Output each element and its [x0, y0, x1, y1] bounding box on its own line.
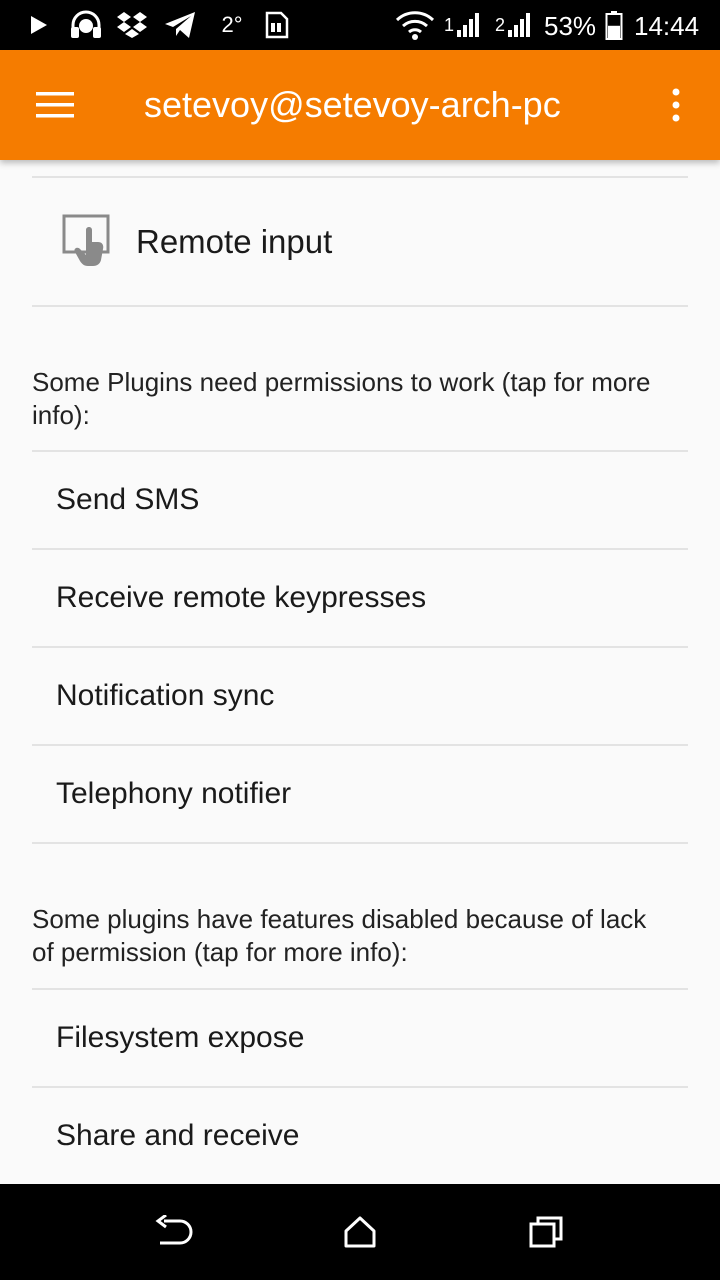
touchpad-icon: [62, 214, 114, 268]
clock: 14:44: [634, 11, 700, 41]
battery-percent: 53%: [544, 11, 597, 41]
divider: [32, 305, 688, 307]
navigation-bar: [0, 1184, 720, 1280]
recents-button[interactable]: [514, 1200, 578, 1264]
overflow-menu-button[interactable]: [650, 72, 702, 138]
recents-icon: [529, 1216, 563, 1248]
sim-card-icon: [262, 0, 292, 50]
app-bar: setevoy@setevoy-arch-pc: [0, 50, 720, 160]
list-item-filesystem-expose[interactable]: Filesystem expose: [32, 990, 688, 1086]
temperature-text: 2°: [221, 12, 243, 37]
list-item-label: Telephony notifier: [56, 777, 292, 810]
permissions-section-header[interactable]: Some Plugins need permissions to work (t…: [32, 366, 672, 432]
list-item-send-sms[interactable]: Send SMS: [32, 452, 688, 548]
hamburger-menu-icon: [36, 92, 74, 118]
wifi-icon: [394, 0, 436, 50]
list-item-share-and-receive[interactable]: Share and receive: [32, 1088, 688, 1184]
plugin-list: Remote input Some Plugins need permissio…: [0, 160, 720, 1184]
back-button[interactable]: [142, 1200, 206, 1264]
overflow-menu-icon: [672, 88, 680, 122]
dropbox-icon: [114, 0, 150, 50]
weather-icon: 2°: [214, 0, 250, 50]
list-item-label: Share and receive: [56, 1119, 300, 1152]
disabled-features-section-header[interactable]: Some plugins have features disabled beca…: [32, 903, 672, 969]
list-item-label: Send SMS: [56, 483, 200, 516]
list-item-label: Receive remote keypresses: [56, 581, 427, 614]
headset-icon: [68, 0, 104, 50]
back-icon: [155, 1215, 193, 1245]
list-item-notification-sync[interactable]: Notification sync: [32, 648, 688, 744]
remote-input-item[interactable]: Remote input: [32, 178, 688, 306]
remote-input-label: Remote input: [136, 223, 333, 260]
play-icon: [28, 0, 50, 50]
list-item-telephony-notifier[interactable]: Telephony notifier: [32, 746, 688, 842]
home-button[interactable]: [328, 1200, 392, 1264]
status-bar: 2° 1 2 53% 14:44: [0, 0, 720, 50]
signal-2-icon: 2: [494, 0, 534, 50]
navigation-menu-button[interactable]: [20, 72, 92, 138]
battery-icon: [604, 0, 624, 50]
list-item-label: Filesystem expose: [56, 1021, 305, 1054]
list-item-receive-remote-keypresses[interactable]: Receive remote keypresses: [32, 550, 688, 646]
list-item-label: Notification sync: [56, 679, 275, 712]
device-title: setevoy@setevoy-arch-pc: [144, 84, 561, 125]
divider: [32, 842, 688, 844]
signal-icon: 1: [444, 0, 482, 50]
home-icon: [344, 1216, 376, 1248]
telegram-icon: [162, 0, 198, 50]
